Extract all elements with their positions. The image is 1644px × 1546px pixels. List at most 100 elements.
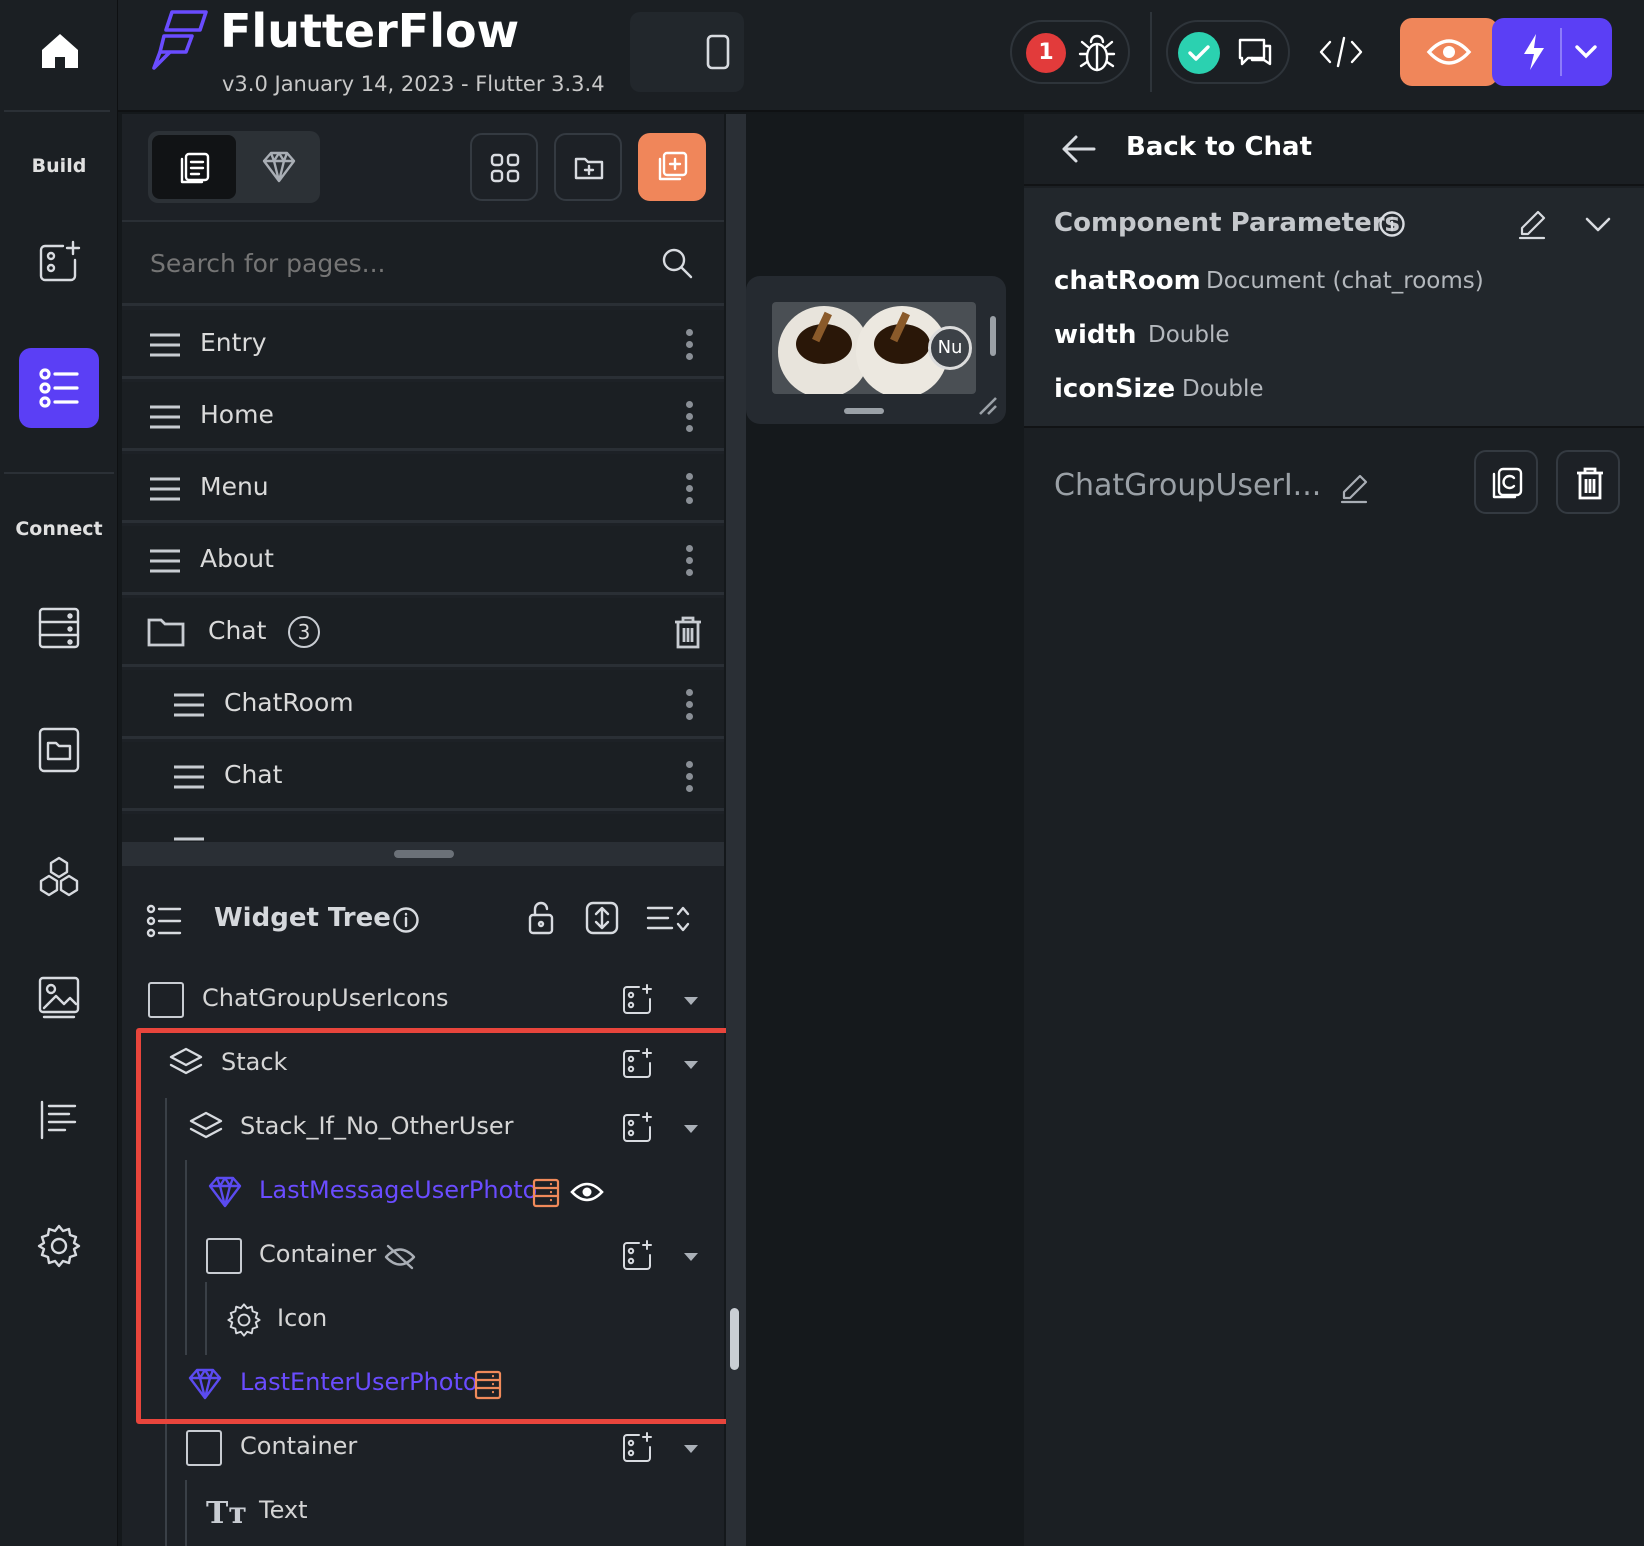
panel-scrollbar-track[interactable] — [726, 114, 746, 1546]
folder-plus-icon — [574, 155, 604, 181]
rename-pencil-icon[interactable] — [1338, 472, 1370, 504]
tree-node-label[interactable]: Text — [259, 1496, 308, 1524]
folder-icon — [147, 618, 185, 647]
grid-view-button[interactable] — [470, 133, 538, 201]
menu-lines-icon — [150, 333, 180, 357]
panel-tab-group — [148, 131, 320, 203]
drag-handle — [394, 850, 454, 858]
more-options-icon[interactable] — [686, 473, 694, 505]
search-icon[interactable] — [660, 246, 694, 280]
arrow-left-icon[interactable] — [1060, 134, 1096, 164]
lock-icon[interactable] — [526, 900, 556, 936]
check-icon — [1178, 32, 1220, 74]
container-icon — [148, 982, 184, 1018]
sort-icon[interactable] — [646, 904, 690, 934]
more-options-icon[interactable] — [686, 761, 694, 793]
bug-icon — [1076, 32, 1118, 74]
avatar-initials: Nu — [928, 326, 972, 370]
status-pill[interactable] — [1166, 20, 1290, 84]
lightning-icon — [1520, 32, 1548, 72]
menu-lines-icon — [150, 549, 180, 573]
add-page-button[interactable] — [638, 133, 706, 201]
api-icon[interactable] — [19, 836, 99, 916]
divider — [4, 472, 114, 474]
flutterflow-logo-icon — [150, 8, 210, 70]
copy-component-button[interactable] — [1474, 450, 1538, 514]
folder-label: Chat — [208, 616, 267, 645]
page-item-about[interactable]: About — [122, 526, 724, 595]
page-item-menu[interactable]: Menu — [122, 454, 724, 523]
page-item-label: About — [200, 544, 274, 573]
run-button[interactable] — [1492, 18, 1612, 86]
tree-guide — [185, 1480, 187, 1546]
info-icon[interactable] — [1378, 210, 1406, 238]
tree-node-label[interactable]: Container — [240, 1432, 357, 1460]
panel-resize-handle[interactable] — [122, 842, 724, 866]
add-folder-button[interactable] — [554, 133, 622, 201]
add-page-icon[interactable] — [19, 222, 99, 302]
chat-bubble-icon[interactable] — [1234, 32, 1276, 74]
page-item-label: ChatRoom — [224, 688, 354, 717]
menu-lines-icon — [150, 477, 180, 501]
component-preview[interactable]: Nu — [746, 276, 1006, 424]
resize-corner-icon[interactable] — [976, 394, 998, 416]
page-item-partial — [122, 814, 724, 844]
trash-icon[interactable] — [672, 614, 704, 650]
page-item-entry[interactable]: Entry — [122, 310, 724, 379]
chevron-down-icon[interactable] — [1574, 42, 1598, 62]
align-icon[interactable] — [19, 1080, 99, 1160]
error-count-badge: 1 — [1026, 33, 1066, 73]
tab-components[interactable] — [260, 149, 298, 185]
panel-scrollbar-thumb[interactable] — [730, 1308, 739, 1370]
settings-icon[interactable] — [19, 1206, 99, 1286]
add-widget-icon[interactable] — [620, 1431, 654, 1465]
caret-down-icon[interactable] — [684, 997, 698, 1005]
page-item-chat[interactable]: Chat — [122, 742, 724, 811]
page-item-label: Menu — [200, 472, 269, 501]
edit-pencil-icon[interactable] — [1516, 208, 1548, 240]
trash-icon — [1577, 467, 1603, 500]
database-icon[interactable] — [19, 588, 99, 668]
debug-pill[interactable]: 1 — [1010, 20, 1130, 84]
more-options-icon[interactable] — [686, 401, 694, 433]
app-title: FlutterFlow — [220, 4, 520, 58]
more-options-icon[interactable] — [686, 329, 694, 361]
page-item-chatroom[interactable]: ChatRoom — [122, 670, 724, 739]
preview-resize-handle[interactable] — [990, 316, 996, 356]
page-folder-chat[interactable]: Chat 3 — [122, 598, 724, 667]
page-item-label: Home — [200, 400, 274, 429]
chevron-down-icon[interactable] — [1584, 216, 1612, 234]
page-search-bar[interactable] — [122, 220, 724, 306]
device-selector[interactable] — [630, 12, 744, 92]
page-item-home[interactable]: Home — [122, 382, 724, 451]
expand-vertical-icon[interactable] — [584, 900, 620, 936]
divider — [4, 110, 110, 112]
component-name[interactable]: ChatGroupUserI... — [1054, 468, 1321, 503]
code-icon[interactable] — [1318, 32, 1364, 72]
delete-component-button[interactable] — [1556, 450, 1620, 514]
more-options-icon[interactable] — [686, 689, 694, 721]
highlight-box — [136, 1028, 750, 1424]
widget-tree-title: Widget Tree — [214, 903, 391, 933]
back-label[interactable]: Back to Chat — [1126, 132, 1312, 162]
back-bar[interactable]: Back to Chat — [1024, 114, 1644, 186]
info-icon[interactable] — [392, 906, 420, 934]
preview-button[interactable] — [1400, 18, 1498, 86]
add-widget-icon[interactable] — [620, 983, 654, 1017]
param-type: Document (chat_rooms) — [1206, 268, 1484, 294]
section-title: Component Parameters — [1054, 208, 1400, 238]
menu-lines-icon — [150, 405, 180, 429]
media-icon[interactable] — [19, 957, 99, 1037]
caret-down-icon[interactable] — [684, 1445, 698, 1453]
home-icon[interactable] — [38, 30, 82, 72]
tree-node-label[interactable]: ChatGroupUserIcons — [202, 984, 449, 1012]
preview-resize-handle[interactable] — [844, 408, 884, 414]
storage-icon[interactable] — [19, 710, 99, 790]
widget-tree-icon[interactable] — [19, 348, 99, 428]
app-version: v3.0 January 14, 2023 - Flutter 3.3.4 — [222, 72, 605, 96]
search-input[interactable] — [150, 240, 630, 286]
tab-pages[interactable] — [152, 135, 236, 199]
menu-lines-icon — [174, 693, 204, 717]
copy-icon — [1492, 467, 1523, 499]
more-options-icon[interactable] — [686, 545, 694, 577]
